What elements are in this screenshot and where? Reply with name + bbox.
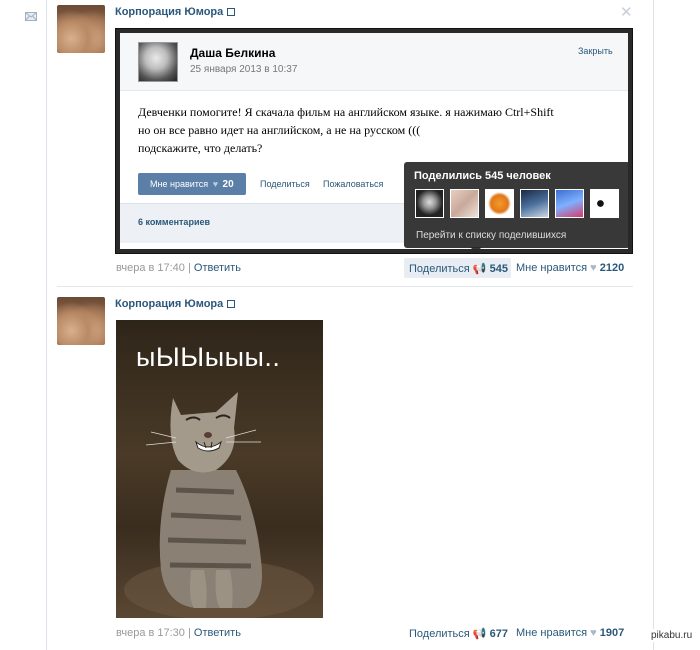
heart-icon: ♥ bbox=[212, 179, 219, 189]
like-button[interactable]: Мне нравится ♥ 2120 bbox=[516, 262, 624, 274]
like-button[interactable]: Мне нравится ♥ 1907 bbox=[516, 627, 624, 639]
like-label: Мне нравится bbox=[516, 262, 588, 274]
sharer-avatars bbox=[415, 189, 619, 218]
post-time[interactable]: вчера в 17:40 bbox=[116, 262, 185, 274]
like-count: 20 bbox=[222, 179, 234, 190]
post-meta: вчера в 17:30 | Ответить bbox=[116, 627, 241, 639]
share-button[interactable]: Поделиться 📢 545 bbox=[409, 262, 508, 275]
close-icon[interactable]: ✕ bbox=[620, 3, 633, 21]
heart-icon: ♥ bbox=[590, 262, 597, 274]
avatar[interactable] bbox=[57, 297, 105, 345]
post-time[interactable]: вчера в 17:30 bbox=[116, 627, 185, 639]
embedded-text: Девченки помогите! Я скачала фильм на ан… bbox=[138, 105, 554, 155]
embedded-like-button: Мне нравится ♥ 20 bbox=[138, 173, 246, 195]
reply-link[interactable]: Ответить bbox=[194, 262, 241, 274]
reply-link[interactable]: Ответить bbox=[194, 627, 241, 639]
megaphone-icon: 📢 bbox=[472, 628, 487, 640]
share-button[interactable]: Поделиться 📢 677 bbox=[409, 627, 508, 640]
sharer-avatar[interactable] bbox=[590, 189, 619, 218]
share-count: 677 bbox=[489, 628, 508, 640]
post-author[interactable]: Корпорация Юмора bbox=[115, 298, 236, 310]
cat-photo[interactable]: ыЫЫыыы.. bbox=[116, 320, 323, 618]
square-icon bbox=[227, 300, 236, 308]
megaphone-icon: 📢 bbox=[472, 263, 487, 275]
like-count: 1907 bbox=[599, 627, 625, 639]
sharers-list-link[interactable]: Перейти к списку поделившихся bbox=[416, 230, 566, 241]
embedded-author-name: Даша Белкина bbox=[190, 46, 276, 60]
avatar[interactable] bbox=[57, 5, 105, 53]
share-label: Поделиться bbox=[409, 628, 470, 640]
post-meta: вчера в 17:40 | Ответить bbox=[116, 262, 241, 274]
like-label: Мне нравится bbox=[150, 179, 209, 189]
like-label: Мне нравится bbox=[516, 627, 588, 639]
sharer-avatar[interactable] bbox=[485, 189, 514, 218]
embedded-header bbox=[120, 33, 628, 91]
post-divider bbox=[57, 286, 633, 287]
cat-illustration bbox=[124, 392, 314, 618]
embedded-comments-link: 6 комментариев bbox=[138, 217, 211, 227]
mail-icon[interactable] bbox=[25, 12, 37, 21]
sharer-avatar[interactable] bbox=[555, 189, 584, 218]
shares-tooltip: Поделились 545 человек Перейти к списку … bbox=[404, 162, 630, 248]
embedded-share-link: Поделиться bbox=[260, 179, 310, 189]
heart-icon: ♥ bbox=[590, 627, 597, 639]
author-name[interactable]: Корпорация Юмора bbox=[115, 6, 223, 18]
sharer-avatar[interactable] bbox=[415, 189, 444, 218]
close-link: Закрыть bbox=[578, 46, 613, 56]
embedded-date: 25 января 2013 в 10:37 bbox=[190, 64, 298, 75]
sharer-avatar[interactable] bbox=[520, 189, 549, 218]
avatar bbox=[138, 42, 178, 82]
post-author[interactable]: Корпорация Юмора bbox=[115, 6, 236, 18]
tooltip-arrow bbox=[470, 247, 482, 253]
embedded-report-link: Пожаловаться bbox=[323, 179, 384, 189]
like-count: 2120 bbox=[599, 262, 625, 274]
watermark: pikabu.ru bbox=[648, 629, 696, 642]
author-name[interactable]: Корпорация Юмора bbox=[115, 298, 223, 310]
square-icon bbox=[227, 8, 236, 16]
share-label: Поделиться bbox=[409, 263, 470, 275]
tooltip-title: Поделились 545 человек bbox=[414, 170, 551, 182]
sharer-avatar[interactable] bbox=[450, 189, 479, 218]
share-count: 545 bbox=[489, 263, 508, 275]
